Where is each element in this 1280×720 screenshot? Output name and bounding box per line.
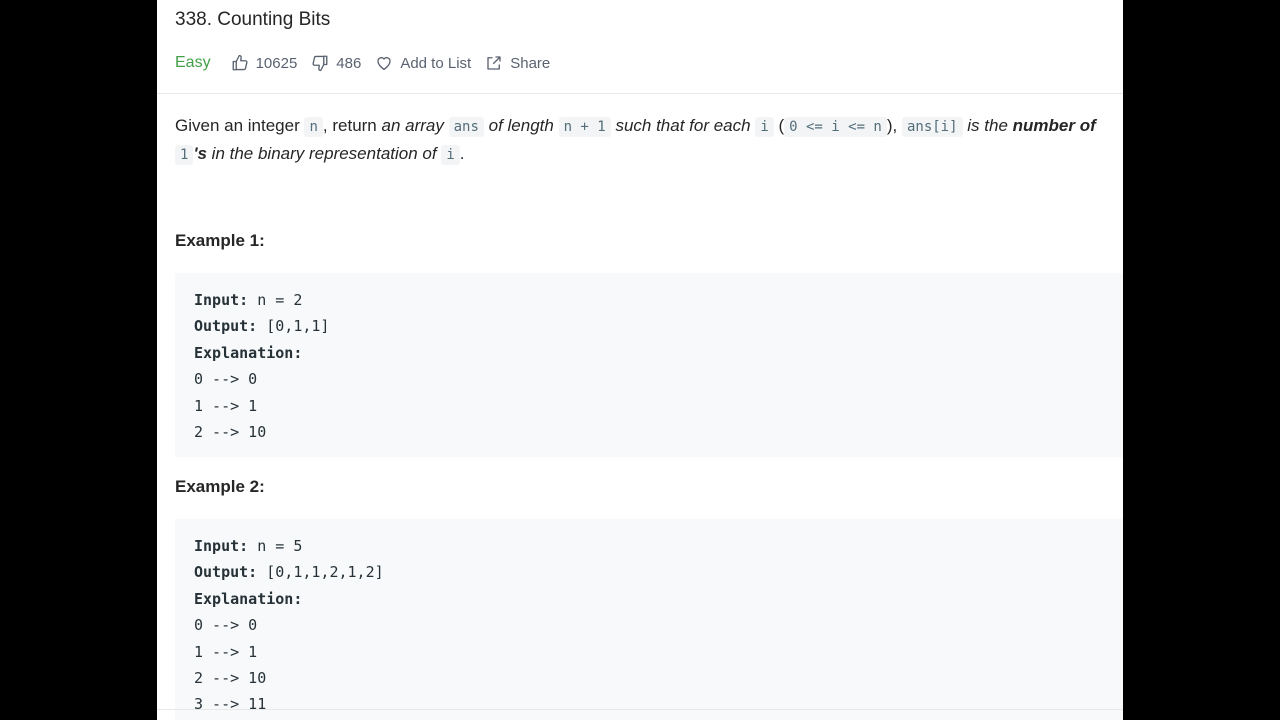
statement-emphasis: is the: [962, 116, 1013, 135]
heart-icon: [377, 57, 392, 71]
statement-text: .: [459, 143, 465, 163]
example-2-title: Example 2:: [175, 477, 265, 496]
explanation-line: 0 --> 0: [194, 616, 258, 635]
output-value: [0,1,1]: [257, 317, 330, 336]
inline-code: n: [304, 117, 323, 137]
dislike-count: 486: [336, 54, 362, 72]
example-2-code-block: Input: n = 5 Output: [0,1,1,2,1,2] Expla…: [175, 519, 1123, 720]
like-count: 10625: [255, 54, 298, 72]
statement-strong: number of: [1012, 116, 1096, 135]
inline-code: n + 1: [558, 117, 611, 137]
like-button[interactable]: 10625: [231, 54, 298, 72]
dislike-button[interactable]: 486: [311, 54, 361, 72]
bottom-divider: [157, 709, 1123, 710]
inline-code: ans[i]: [901, 117, 963, 137]
inline-code: 1: [175, 144, 194, 165]
problem-meta-row: Easy 10625 486 Add to List Share: [175, 52, 564, 74]
difficulty-badge: Easy: [175, 54, 211, 71]
input-value: n = 5: [248, 537, 303, 555]
statement-text: Given an integer: [175, 116, 305, 135]
input-value: n = 2: [248, 291, 303, 309]
explanation-line: 1 --> 1: [194, 396, 258, 415]
problem-description-panel: 338. Counting Bits Easy 10625 486 Add to…: [157, 0, 1123, 720]
inline-code: i: [755, 117, 774, 137]
statement-emphasis: in the binary representation of: [206, 143, 442, 163]
statement-text: (: [773, 116, 785, 135]
example-1-title: Example 1:: [175, 231, 265, 250]
explanation-line: 1 --> 1: [194, 642, 258, 661]
explanation-line: 2 --> 10: [194, 423, 267, 442]
problem-title: 338. Counting Bits: [175, 9, 331, 30]
inline-code: 0 <= i <= n: [784, 117, 887, 137]
explanation-label: Explanation:: [194, 343, 303, 362]
statement-text: ),: [886, 116, 902, 135]
statement-strong: 's: [193, 143, 207, 163]
statement-emphasis: such that for each: [610, 116, 756, 135]
explanation-line: 0 --> 0: [194, 370, 258, 389]
add-to-list-button[interactable]: Add to List: [375, 54, 471, 72]
statement-emphasis: an array: [381, 116, 449, 135]
thumbs-up-icon: [232, 54, 248, 71]
explanation-line: 2 --> 10: [194, 669, 267, 688]
explanation-label: Explanation:: [194, 589, 303, 608]
thumbs-down-icon: [312, 55, 328, 72]
statement-text: , return: [322, 116, 382, 135]
output-label: Output:: [194, 563, 258, 582]
share-label: Share: [510, 54, 551, 72]
input-label: Input:: [194, 537, 249, 555]
share-button[interactable]: Share: [485, 54, 550, 72]
header-divider: [157, 93, 1123, 94]
problem-statement: Given an integer n, return an array ans …: [175, 113, 1110, 168]
example-1-code-block: Input: n = 2 Output: [0,1,1] Explanation…: [175, 273, 1123, 457]
inline-code: ans: [448, 117, 484, 137]
add-to-list-label: Add to List: [400, 54, 472, 72]
output-value: [0,1,1,2,1,2]: [257, 563, 384, 582]
explanation-line: 3 --> 11: [194, 695, 267, 714]
statement-emphasis: of length: [483, 116, 559, 135]
output-label: Output:: [194, 317, 258, 336]
input-label: Input:: [194, 291, 249, 309]
share-icon: [487, 56, 501, 70]
inline-code: i: [441, 144, 460, 165]
